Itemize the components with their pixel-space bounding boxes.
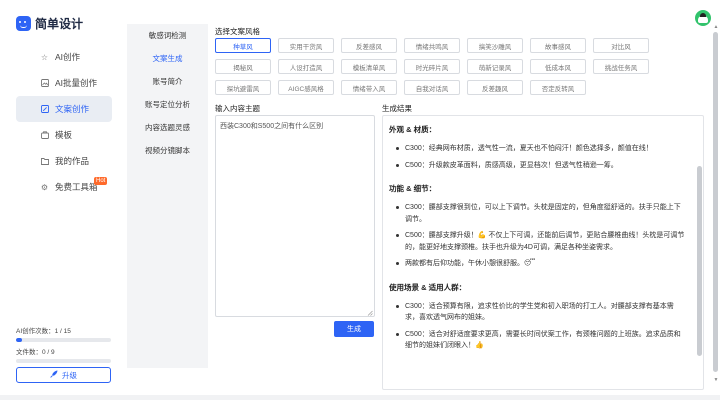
style-chip[interactable]: AIGC感风格 — [278, 80, 334, 95]
rocket-icon — [50, 370, 58, 380]
result-item: C300：经典网布材质，透气性一流，夏天也不怕闷汗！颜色选择多，颜值在线！ — [389, 143, 687, 155]
subnav-item-video-script[interactable]: 视频分镜脚本 — [127, 139, 208, 162]
input-section-title: 输入内容主题 — [215, 104, 260, 113]
file-quota: 文件数：0 / 9 — [16, 346, 111, 363]
sidebar: 简单设计 ☆ AI创作 AI批量创作 文案创作 模板 我的作品 ⚙ 免费工具箱 … — [0, 0, 118, 400]
style-chip[interactable]: 揭秘风 — [215, 59, 271, 74]
result-item: C300：腰部支撑很到位，可以上下调节。头枕是固定的，但角度挺舒适的。扶手只能上… — [389, 202, 687, 225]
style-chip[interactable]: 种草风 — [215, 38, 271, 53]
style-chip[interactable]: 探坑避雷风 — [215, 80, 271, 95]
copywriting-subnav: 敏感词检测 文案生成 账号简介 账号定位分析 内容选题灵感 视频分镜脚本 — [127, 24, 208, 368]
result-item: C300：适合预算有限，追求性价比的学生党和初入职场的打工人。对腰部支撑有基本需… — [389, 301, 687, 324]
star-icon: ☆ — [40, 52, 49, 62]
nav-item-label: 模板 — [55, 130, 73, 140]
template-icon — [40, 131, 49, 140]
subnav-item-account-intro[interactable]: 账号简介 — [127, 70, 208, 93]
nav-item-copywriting[interactable]: 文案创作 — [16, 96, 112, 122]
style-chip-grid: 种草风 实用干货风 反差感风 情绪共鸣风 搞笑沙雕风 故事感风 对比风 揭秘风 … — [215, 38, 655, 95]
style-chip[interactable]: 模板清单风 — [341, 59, 397, 74]
style-chip[interactable]: 否定反转风 — [530, 80, 586, 95]
style-chip[interactable]: 情绪共鸣风 — [404, 38, 460, 53]
result-list: C300：腰部支撑很到位，可以上下调节。头枕是固定的，但角度挺舒适的。扶手只能上… — [389, 202, 687, 270]
style-chip[interactable]: 反差感风 — [341, 38, 397, 53]
result-item: C500：腰部支撑升级！💪 不仅上下可调，还能前后调节，更贴合腰椎曲线！头枕是可… — [389, 230, 687, 253]
brand-logo[interactable]: 简单设计 — [16, 15, 83, 32]
style-chip[interactable]: 实用干货风 — [278, 38, 334, 53]
logo-icon — [16, 16, 31, 31]
file-quota-label: 文件数：0 / 9 — [16, 349, 55, 356]
resize-grip-icon[interactable] — [367, 309, 373, 316]
style-chip[interactable]: 挑战任务风 — [593, 59, 649, 74]
main-nav: ☆ AI创作 AI批量创作 文案创作 模板 我的作品 ⚙ 免费工具箱 Hot — [16, 44, 112, 200]
ai-quota-label: AI创作次数：1 / 15 — [16, 328, 71, 335]
result-item: C500：升级款皮革面料，质感高级，更显档次！但透气性稍逊一筹。 — [389, 160, 687, 172]
nav-item-toolbox[interactable]: ⚙ 免费工具箱 Hot — [16, 174, 112, 200]
style-chip[interactable]: 自我对话风 — [404, 80, 460, 95]
hot-badge: Hot — [94, 177, 108, 185]
result-heading: 功能 & 细节： — [389, 184, 437, 193]
upgrade-label: 升级 — [62, 370, 77, 380]
subnav-item-topic-inspiration[interactable]: 内容选题灵感 — [127, 116, 208, 139]
result-list: C300：经典网布材质，透气性一流，夏天也不怕闷汗！颜色选择多，颜值在线！ C5… — [389, 143, 687, 171]
result-scrollbar[interactable] — [697, 166, 702, 356]
nav-item-label: 文案创作 — [55, 104, 90, 114]
nav-item-ai-batch[interactable]: AI批量创作 — [16, 70, 112, 96]
edit-icon — [40, 105, 49, 114]
brand-name: 简单设计 — [35, 17, 84, 31]
nav-item-templates[interactable]: 模板 — [16, 122, 112, 148]
style-chip[interactable]: 故事感风 — [530, 38, 586, 53]
nav-item-label: 我的作品 — [55, 156, 90, 166]
result-item: 两款都有后仰功能，午休小憩很舒服。😴 — [389, 258, 687, 270]
topic-input[interactable]: 西装C300和S500之间有什么区别 — [215, 115, 375, 317]
nav-item-my-works[interactable]: 我的作品 — [16, 148, 112, 174]
result-heading: 使用场景 & 适用人群： — [389, 282, 467, 292]
result-panel[interactable]: 外观 & 材质： C300：经典网布材质，透气性一流，夏天也不怕闷汗！颜色选择多… — [382, 115, 704, 390]
nav-item-ai-create[interactable]: ☆ AI创作 — [16, 44, 112, 70]
upgrade-button[interactable]: 升级 — [16, 367, 111, 383]
user-avatar[interactable] — [695, 10, 711, 26]
scroll-up-icon[interactable]: ▲ — [713, 24, 719, 30]
style-chip[interactable]: 搞笑沙雕风 — [467, 38, 523, 53]
style-section-title: 选择文案风格 — [215, 27, 260, 36]
style-chip[interactable]: 萌新记录风 — [467, 59, 523, 74]
nav-item-label: AI创作 — [55, 52, 81, 62]
image-icon — [40, 79, 49, 88]
nav-item-label: 免费工具箱 — [55, 182, 98, 192]
style-chip[interactable]: 低成本风 — [530, 59, 586, 74]
style-chip[interactable]: 情绪带入风 — [341, 80, 397, 95]
nav-item-label: AI批量创作 — [55, 78, 98, 88]
ai-quota-bar — [16, 338, 111, 342]
result-item: C500：适合对舒适度要求更高，需要长时间伏案工作，有颈椎问题的上班族。追求品质… — [389, 329, 687, 352]
subnav-item-sensitive-words[interactable]: 敏感词检测 — [127, 24, 208, 47]
ai-quota: AI创作次数：1 / 15 — [16, 325, 111, 342]
subnav-item-copy-generate[interactable]: 文案生成 — [127, 47, 208, 70]
style-chip[interactable]: 人设打造风 — [278, 59, 334, 74]
style-chip[interactable]: 对比风 — [593, 38, 649, 53]
result-list: C300：适合预算有限，追求性价比的学生党和初入职场的打工人。对腰部支撑有基本需… — [389, 301, 687, 352]
result-content: 外观 & 材质： C300：经典网布材质，透气性一流，夏天也不怕闷汗！颜色选择多… — [383, 116, 695, 389]
generate-button[interactable]: 生成 — [334, 321, 374, 337]
result-heading: 外观 & 材质： — [389, 125, 437, 134]
folder-icon — [40, 157, 49, 166]
scroll-down-icon[interactable]: ▼ — [713, 377, 719, 383]
subnav-item-account-positioning[interactable]: 账号定位分析 — [127, 93, 208, 116]
horizontal-scrollbar[interactable] — [0, 395, 720, 400]
result-section-title: 生成结果 — [382, 104, 412, 113]
page-scrollbar[interactable] — [713, 32, 718, 372]
style-chip[interactable]: 时光碎片风 — [404, 59, 460, 74]
style-chip[interactable]: 反差趣风 — [467, 80, 523, 95]
gear-icon: ⚙ — [40, 182, 49, 192]
file-quota-bar — [16, 359, 111, 363]
ai-quota-fill — [16, 338, 23, 342]
